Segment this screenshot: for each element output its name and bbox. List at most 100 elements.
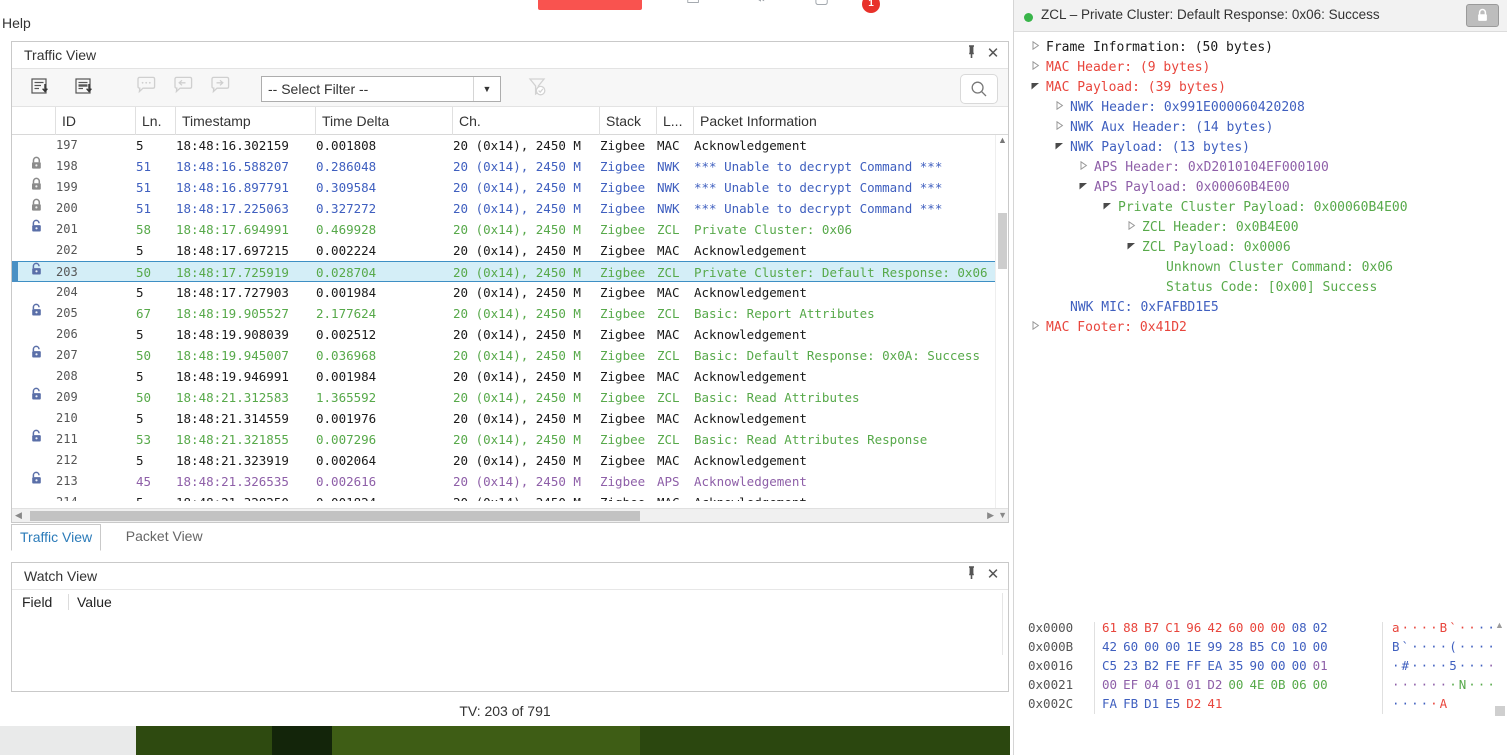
hex-byte[interactable]: D2 (1207, 675, 1222, 694)
hex-byte[interactable]: 88 (1123, 618, 1138, 637)
hex-byte[interactable]: E5 (1165, 694, 1180, 713)
tree-node[interactable]: MAC Header: (9 bytes) (1014, 58, 1507, 78)
hex-byte[interactable]: 4E (1249, 675, 1264, 694)
hex-byte[interactable]: 00 (1249, 618, 1264, 637)
table-horizontal-scrollbar[interactable]: ◀ ▶ ▼ (12, 508, 1008, 522)
hex-scroll-up-icon[interactable]: ▲ (1495, 620, 1504, 630)
hex-dump-grid[interactable]: 0x0000 61 88 B7 C1 96 42 60 00 00 08 02 a · · · · B ` · · · · 0… (1014, 618, 1507, 713)
collapse-triangle-icon[interactable] (1124, 238, 1138, 258)
hex-byte[interactable]: 01 (1165, 675, 1180, 694)
hex-byte[interactable]: 60 (1228, 618, 1243, 637)
expand-triangle-icon[interactable] (1028, 58, 1042, 78)
hex-byte[interactable]: 10 (1292, 637, 1307, 656)
watch-column-value[interactable]: Value (68, 594, 112, 610)
column-header-ts[interactable]: Timestamp (176, 107, 316, 135)
table-row[interactable]: 208 5 18:48:19.946991 0.001984 20 (0x14), 24… (12, 366, 1008, 387)
hex-byte[interactable]: D2 (1186, 694, 1201, 713)
table-row[interactable]: 203 50 18:48:17.725919 0.028704 20 (0x14), 2… (12, 261, 1008, 282)
hex-byte[interactable]: 00 (1292, 656, 1307, 675)
collapse-triangle-icon[interactable] (1100, 198, 1114, 218)
toolbar-icon-3[interactable]: ▢ (814, 0, 829, 8)
table-row[interactable]: 206 5 18:48:19.908039 0.002512 20 (0x14), 24… (12, 324, 1008, 345)
tree-node[interactable]: Unknown Cluster Command: 0x06 (1014, 258, 1507, 278)
tree-node[interactable]: MAC Payload: (39 bytes) (1014, 78, 1507, 98)
table-row[interactable]: 213 45 18:48:21.326535 0.002616 20 (0x14), 2… (12, 471, 1008, 492)
hex-byte[interactable]: C1 (1165, 618, 1180, 637)
collapse-triangle-icon[interactable] (1052, 138, 1066, 158)
column-header-pi[interactable]: Packet Information (694, 107, 1008, 135)
horizontal-scroll-thumb[interactable] (30, 511, 640, 521)
table-vertical-scrollbar[interactable]: ▲ (995, 135, 1008, 515)
hex-byte[interactable]: FE (1165, 656, 1180, 675)
hex-row[interactable]: 0x0021 00 EF 04 01 01 D2 00 4E 0B 06 00 · · · · · · · N · · · (1014, 675, 1507, 694)
notification-badge[interactable]: 1 (862, 0, 880, 13)
hex-byte[interactable]: 1E (1186, 637, 1201, 656)
autoscroll-icon[interactable] (74, 76, 98, 100)
hex-byte[interactable]: FF (1186, 656, 1201, 675)
hex-byte[interactable]: 41 (1207, 694, 1222, 713)
tree-node[interactable]: APS Header: 0xD2010104EF000100 (1014, 158, 1507, 178)
hex-byte[interactable]: 06 (1292, 675, 1307, 694)
hex-byte[interactable]: 35 (1228, 656, 1243, 675)
tree-node[interactable]: Frame Information: (50 bytes) (1014, 38, 1507, 58)
hex-byte[interactable]: EA (1207, 656, 1222, 675)
collapse-triangle-icon[interactable] (1028, 78, 1042, 98)
hex-row[interactable]: 0x000B 42 60 00 00 1E 99 28 B5 C0 10 00 B ` · · · ·(· · · · (1014, 637, 1507, 656)
previous-comment-icon[interactable] (173, 76, 197, 100)
hex-row[interactable]: 0x0000 61 88 B7 C1 96 42 60 00 00 08 02 a · · · · B ` · · · · (1014, 618, 1507, 637)
table-row[interactable]: 201 58 18:48:17.694991 0.469928 20 (0x14), 2… (12, 219, 1008, 240)
search-button[interactable] (960, 74, 998, 104)
hex-row[interactable]: 0x0016 C5 23 B2 FE FF EA 35 90 00 00 01 · # · · · · 5 · · · · (1014, 656, 1507, 675)
chevron-down-icon[interactable]: ▼ (473, 77, 500, 101)
hex-byte[interactable]: 04 (1144, 675, 1159, 694)
column-header-id[interactable]: ID (56, 107, 136, 135)
table-row[interactable]: 211 53 18:48:21.321855 0.007296 20 (0x14), 2… (12, 429, 1008, 450)
hex-byte[interactable]: 02 (1313, 618, 1328, 637)
hex-byte[interactable]: 60 (1123, 637, 1138, 656)
hex-byte[interactable]: 01 (1186, 675, 1201, 694)
table-row[interactable]: 202 5 18:48:17.697215 0.002224 20 (0x14), 24… (12, 240, 1008, 261)
scroll-left-arrow-icon[interactable]: ◀ (15, 510, 22, 521)
table-row[interactable]: 204 5 18:48:17.727903 0.001984 20 (0x14), 24… (12, 282, 1008, 303)
hex-byte[interactable]: 00 (1271, 618, 1286, 637)
table-row[interactable]: 199 51 18:48:16.897791 0.309584 20 (0x14), 2… (12, 177, 1008, 198)
tree-node[interactable]: MAC Footer: 0x41D2 (1014, 318, 1507, 338)
tree-node[interactable]: APS Payload: 0x00060B4E00 (1014, 178, 1507, 198)
hex-row[interactable]: 0x002C FA FB D1 E5 D2 41 · · · · · A (1014, 694, 1507, 713)
protocol-tree[interactable]: Frame Information: (50 bytes) MAC Header:… (1014, 32, 1507, 612)
comment-icon[interactable] (136, 76, 160, 100)
column-header-ln[interactable]: Ln. (136, 107, 176, 135)
expand-triangle-icon[interactable] (1052, 98, 1066, 118)
tree-node[interactable]: NWK Payload: (13 bytes) (1014, 138, 1507, 158)
hex-byte[interactable]: 00 (1228, 675, 1243, 694)
expand-triangle-icon[interactable] (1076, 158, 1090, 178)
hex-byte[interactable]: FA (1102, 694, 1117, 713)
table-row[interactable]: 198 51 18:48:16.588207 0.286048 20 (0x14), 2… (12, 156, 1008, 177)
tree-node[interactable]: ZCL Header: 0x0B4E00 (1014, 218, 1507, 238)
table-row[interactable]: 209 50 18:48:21.312583 1.365592 20 (0x14), 2… (12, 387, 1008, 408)
apply-filter-icon[interactable] (527, 76, 551, 100)
hex-byte[interactable]: 42 (1207, 618, 1222, 637)
watch-column-field[interactable]: Field (22, 594, 52, 610)
hex-byte[interactable]: 23 (1123, 656, 1138, 675)
hex-byte[interactable]: 08 (1292, 618, 1307, 637)
hex-byte[interactable]: B2 (1144, 656, 1159, 675)
hex-byte[interactable]: 00 (1271, 656, 1286, 675)
tree-node[interactable]: NWK Aux Header: (14 bytes) (1014, 118, 1507, 138)
hex-byte[interactable]: 00 (1165, 637, 1180, 656)
column-header-l[interactable]: L... (657, 107, 694, 135)
expand-triangle-icon[interactable] (1052, 118, 1066, 138)
next-comment-icon[interactable] (210, 76, 234, 100)
menu-item-help[interactable]: Help (0, 14, 35, 32)
expand-triangle-icon[interactable] (1028, 318, 1042, 338)
hex-byte[interactable]: 00 (1144, 637, 1159, 656)
close-icon[interactable]: ✕ (984, 566, 1002, 584)
hex-byte[interactable]: 00 (1313, 637, 1328, 656)
column-header-td[interactable]: Time Delta (316, 107, 453, 135)
column-header-stack[interactable]: Stack (600, 107, 657, 135)
tree-node[interactable]: ZCL Payload: 0x0006 (1014, 238, 1507, 258)
column-header-lock[interactable] (26, 107, 56, 135)
hex-byte[interactable]: 61 (1102, 618, 1117, 637)
hex-byte[interactable]: 42 (1102, 637, 1117, 656)
scroll-up-arrow-icon[interactable]: ▲ (998, 135, 1007, 145)
